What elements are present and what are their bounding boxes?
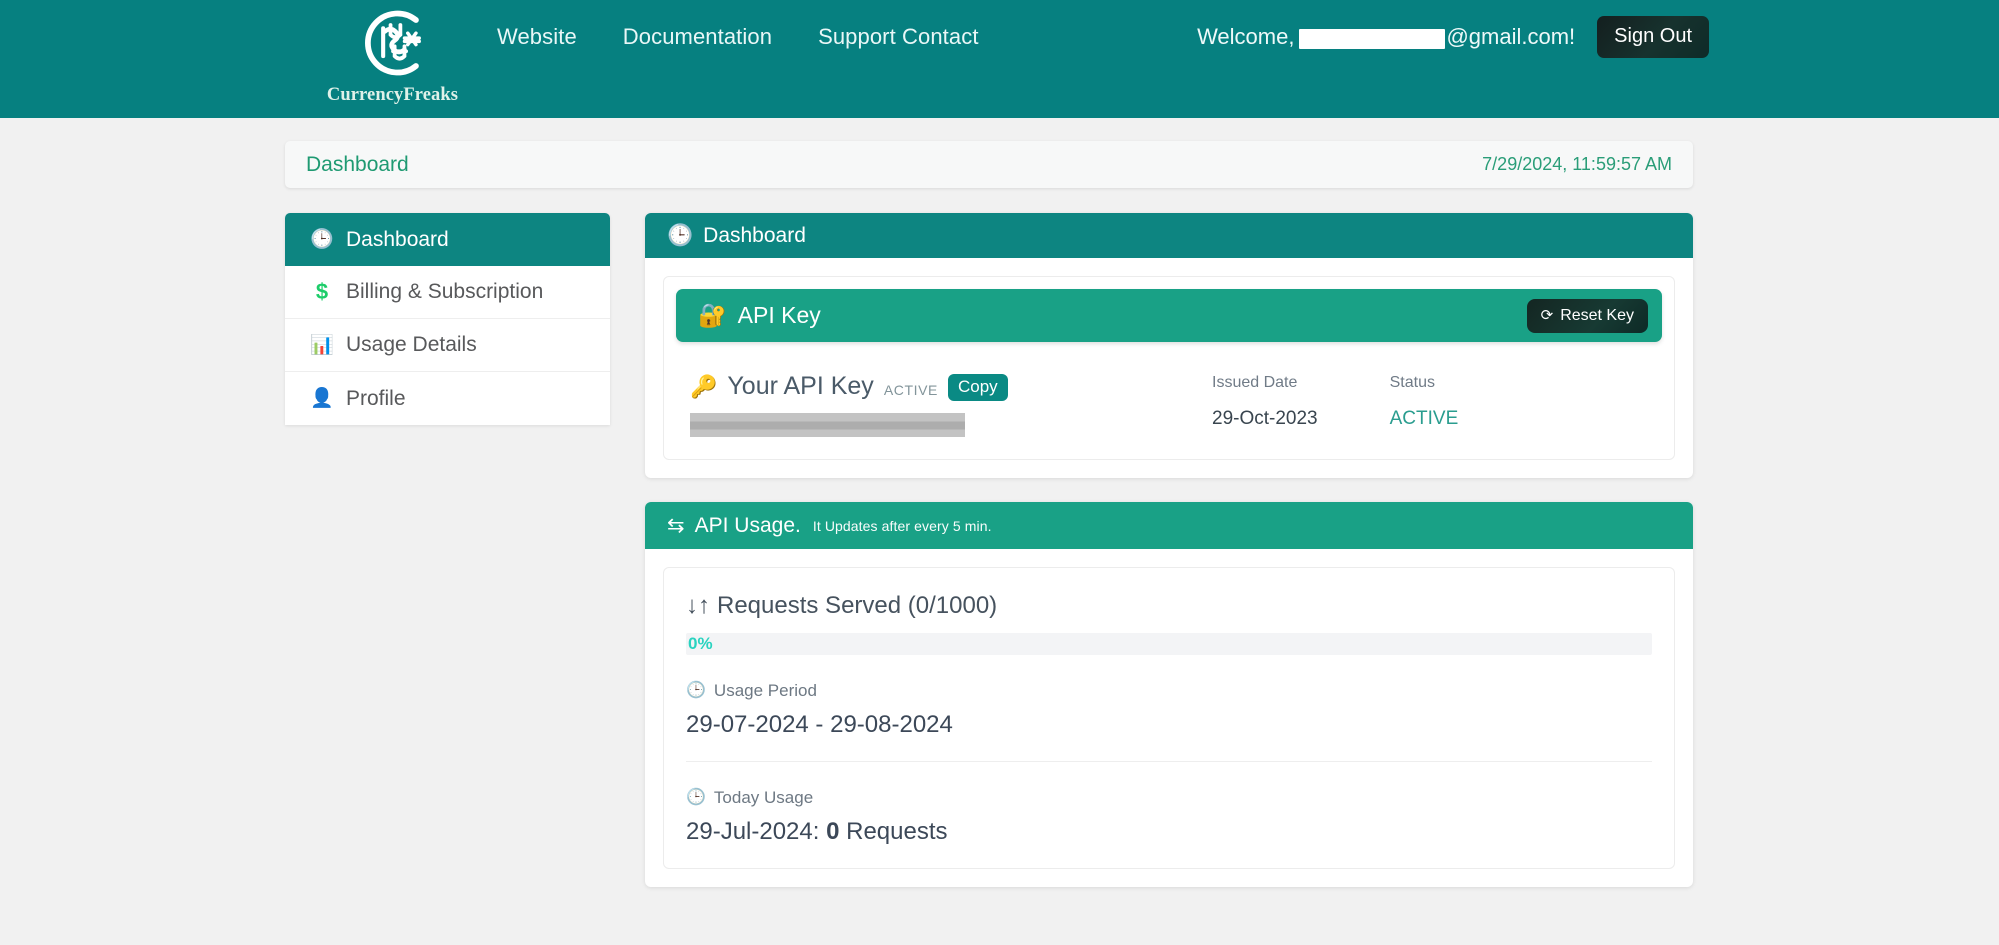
welcome-prefix: Welcome, <box>1197 24 1294 50</box>
api-key-value-redaction <box>690 413 965 437</box>
api-key-bar: 🔐 API Key ⟳ Reset Key <box>676 289 1662 342</box>
usage-period-value: 29-07-2024 - 29-08-2024 <box>686 711 1652 739</box>
copy-api-key-button[interactable]: Copy <box>948 374 1008 401</box>
usage-progress-label: 0% <box>688 634 713 654</box>
nav-link-support-contact[interactable]: Support Contact <box>818 24 978 50</box>
status-label: Status <box>1390 374 1459 392</box>
bar-chart-icon: 📊 <box>311 336 333 355</box>
api-usage-panel-header: ⇆ API Usage. It Updates after every 5 mi… <box>645 502 1693 549</box>
breadcrumb: Dashboard 7/29/2024, 11:59:57 AM <box>285 141 1693 188</box>
api-usage-panel-title: API Usage. <box>695 514 801 538</box>
today-usage-date: 29-Jul-2024: <box>686 818 826 845</box>
up-down-arrows-icon: ↓↑ <box>686 592 710 620</box>
sidebar-item-label: Billing & Subscription <box>346 280 543 304</box>
welcome-message: Welcome, @gmail.com! <box>1197 24 1575 50</box>
dashboard-panel-title: Dashboard <box>703 224 806 248</box>
nav-link-documentation[interactable]: Documentation <box>623 24 772 50</box>
sidebar-item-dashboard[interactable]: 🕒 Dashboard <box>285 213 610 266</box>
issued-date-value: 29-Oct-2023 <box>1212 408 1318 430</box>
top-navigation-bar: CurrencyFreaks Website Documentation Sup… <box>0 0 1999 118</box>
api-key-bar-title: API Key <box>738 302 821 329</box>
dollar-icon: $ <box>311 281 333 303</box>
today-usage-value: 29-Jul-2024: 0 Requests <box>686 818 1652 846</box>
usage-period-label: Usage Period <box>714 681 817 701</box>
sidebar-item-profile[interactable]: 👤 Profile <box>285 372 610 425</box>
currency-circle-logo-icon <box>352 2 434 84</box>
issued-date-label: Issued Date <box>1212 374 1318 392</box>
main-content: 🕒 Dashboard 🔐 API Key ⟳ Reset Key <box>645 213 1693 911</box>
usage-period-label-row: 🕒 Usage Period <box>686 681 1652 701</box>
breadcrumb-timestamp: 7/29/2024, 11:59:57 AM <box>1482 154 1672 175</box>
user-area: Welcome, @gmail.com! Sign Out <box>1197 0 1999 118</box>
today-usage-label: Today Usage <box>714 788 813 808</box>
dashboard-panel: 🕒 Dashboard 🔐 API Key ⟳ Reset Key <box>645 213 1693 478</box>
sidebar-item-label: Usage Details <box>346 333 477 357</box>
status-badge: ACTIVE <box>1390 408 1459 430</box>
nav-link-website[interactable]: Website <box>497 24 577 50</box>
api-key-bar-title-group: 🔐 API Key <box>698 302 821 329</box>
today-usage-suffix: Requests <box>839 818 947 845</box>
clock-icon: 🕒 <box>311 230 333 249</box>
content-layout: 🕒 Dashboard $ Billing & Subscription 📊 U… <box>285 213 1693 911</box>
requests-served-title: ↓↑ Requests Served (0/1000) <box>686 592 1652 620</box>
api-key-value-column: 🔑 Your API Key ACTIVE Copy <box>690 372 1150 437</box>
sign-out-button[interactable]: Sign Out <box>1597 16 1709 58</box>
status-column: Status ACTIVE <box>1390 374 1459 437</box>
api-key-meta-columns: Issued Date 29-Oct-2023 Status ACTIVE <box>1212 372 1458 437</box>
usage-period-block: 🕒 Usage Period 29-07-2024 - 29-08-2024 <box>686 655 1652 762</box>
exchange-arrows-icon: ⇆ <box>667 513 685 538</box>
clock-icon: 🕒 <box>667 224 693 248</box>
user-icon: 👤 <box>311 389 333 408</box>
today-usage-block: 🕒 Today Usage 29-Jul-2024: 0 Requests <box>686 762 1652 868</box>
page-body: Dashboard 7/29/2024, 11:59:57 AM 🕒 Dashb… <box>0 141 1999 911</box>
sidebar-item-label: Dashboard <box>346 228 449 252</box>
sidebar-item-usage-details[interactable]: 📊 Usage Details <box>285 319 610 372</box>
api-usage-panel-subtitle: It Updates after every 5 min. <box>813 518 992 534</box>
api-key-label: Your API Key <box>727 372 873 401</box>
sidebar: 🕒 Dashboard $ Billing & Subscription 📊 U… <box>285 213 610 425</box>
key-icon: 🔑 <box>690 374 717 400</box>
dashboard-panel-body: 🔐 API Key ⟳ Reset Key 🔑 <box>645 258 1693 478</box>
api-usage-panel-body: ↓↑ Requests Served (0/1000) 0% 🕒 Usage P… <box>645 549 1693 887</box>
issued-date-column: Issued Date 29-Oct-2023 <box>1212 374 1318 437</box>
breadcrumb-title: Dashboard <box>306 153 409 177</box>
sidebar-item-label: Profile <box>346 387 406 411</box>
welcome-email-suffix: @gmail.com! <box>1446 24 1575 50</box>
nav-links: Website Documentation Support Contact <box>497 0 979 118</box>
sidebar-item-billing[interactable]: $ Billing & Subscription <box>285 266 610 319</box>
requests-served-label: Requests Served (0/1000) <box>717 592 997 620</box>
clock-icon: 🕒 <box>686 790 706 806</box>
api-key-details-row: 🔑 Your API Key ACTIVE Copy Issued Date <box>676 372 1662 437</box>
brand-name: CurrencyFreaks <box>327 85 458 106</box>
api-usage-panel: ⇆ API Usage. It Updates after every 5 mi… <box>645 502 1693 887</box>
lock-icon: 🔐 <box>698 302 727 329</box>
today-usage-count: 0 <box>826 818 839 845</box>
username-redaction <box>1299 29 1445 49</box>
api-key-card: 🔐 API Key ⟳ Reset Key 🔑 <box>663 276 1675 460</box>
brand-logo-block[interactable]: CurrencyFreaks <box>305 0 480 106</box>
clock-icon: 🕒 <box>686 683 706 699</box>
usage-progress-bar: 0% <box>686 633 1652 655</box>
dashboard-panel-header: 🕒 Dashboard <box>645 213 1693 258</box>
refresh-icon: ⟳ <box>1541 308 1554 323</box>
reset-key-label: Reset Key <box>1560 307 1634 325</box>
api-key-title-line: 🔑 Your API Key ACTIVE Copy <box>690 372 1150 401</box>
reset-key-button[interactable]: ⟳ Reset Key <box>1527 299 1648 333</box>
usage-card: ↓↑ Requests Served (0/1000) 0% 🕒 Usage P… <box>663 567 1675 869</box>
api-key-state-label: ACTIVE <box>884 382 938 398</box>
today-usage-label-row: 🕒 Today Usage <box>686 788 1652 808</box>
